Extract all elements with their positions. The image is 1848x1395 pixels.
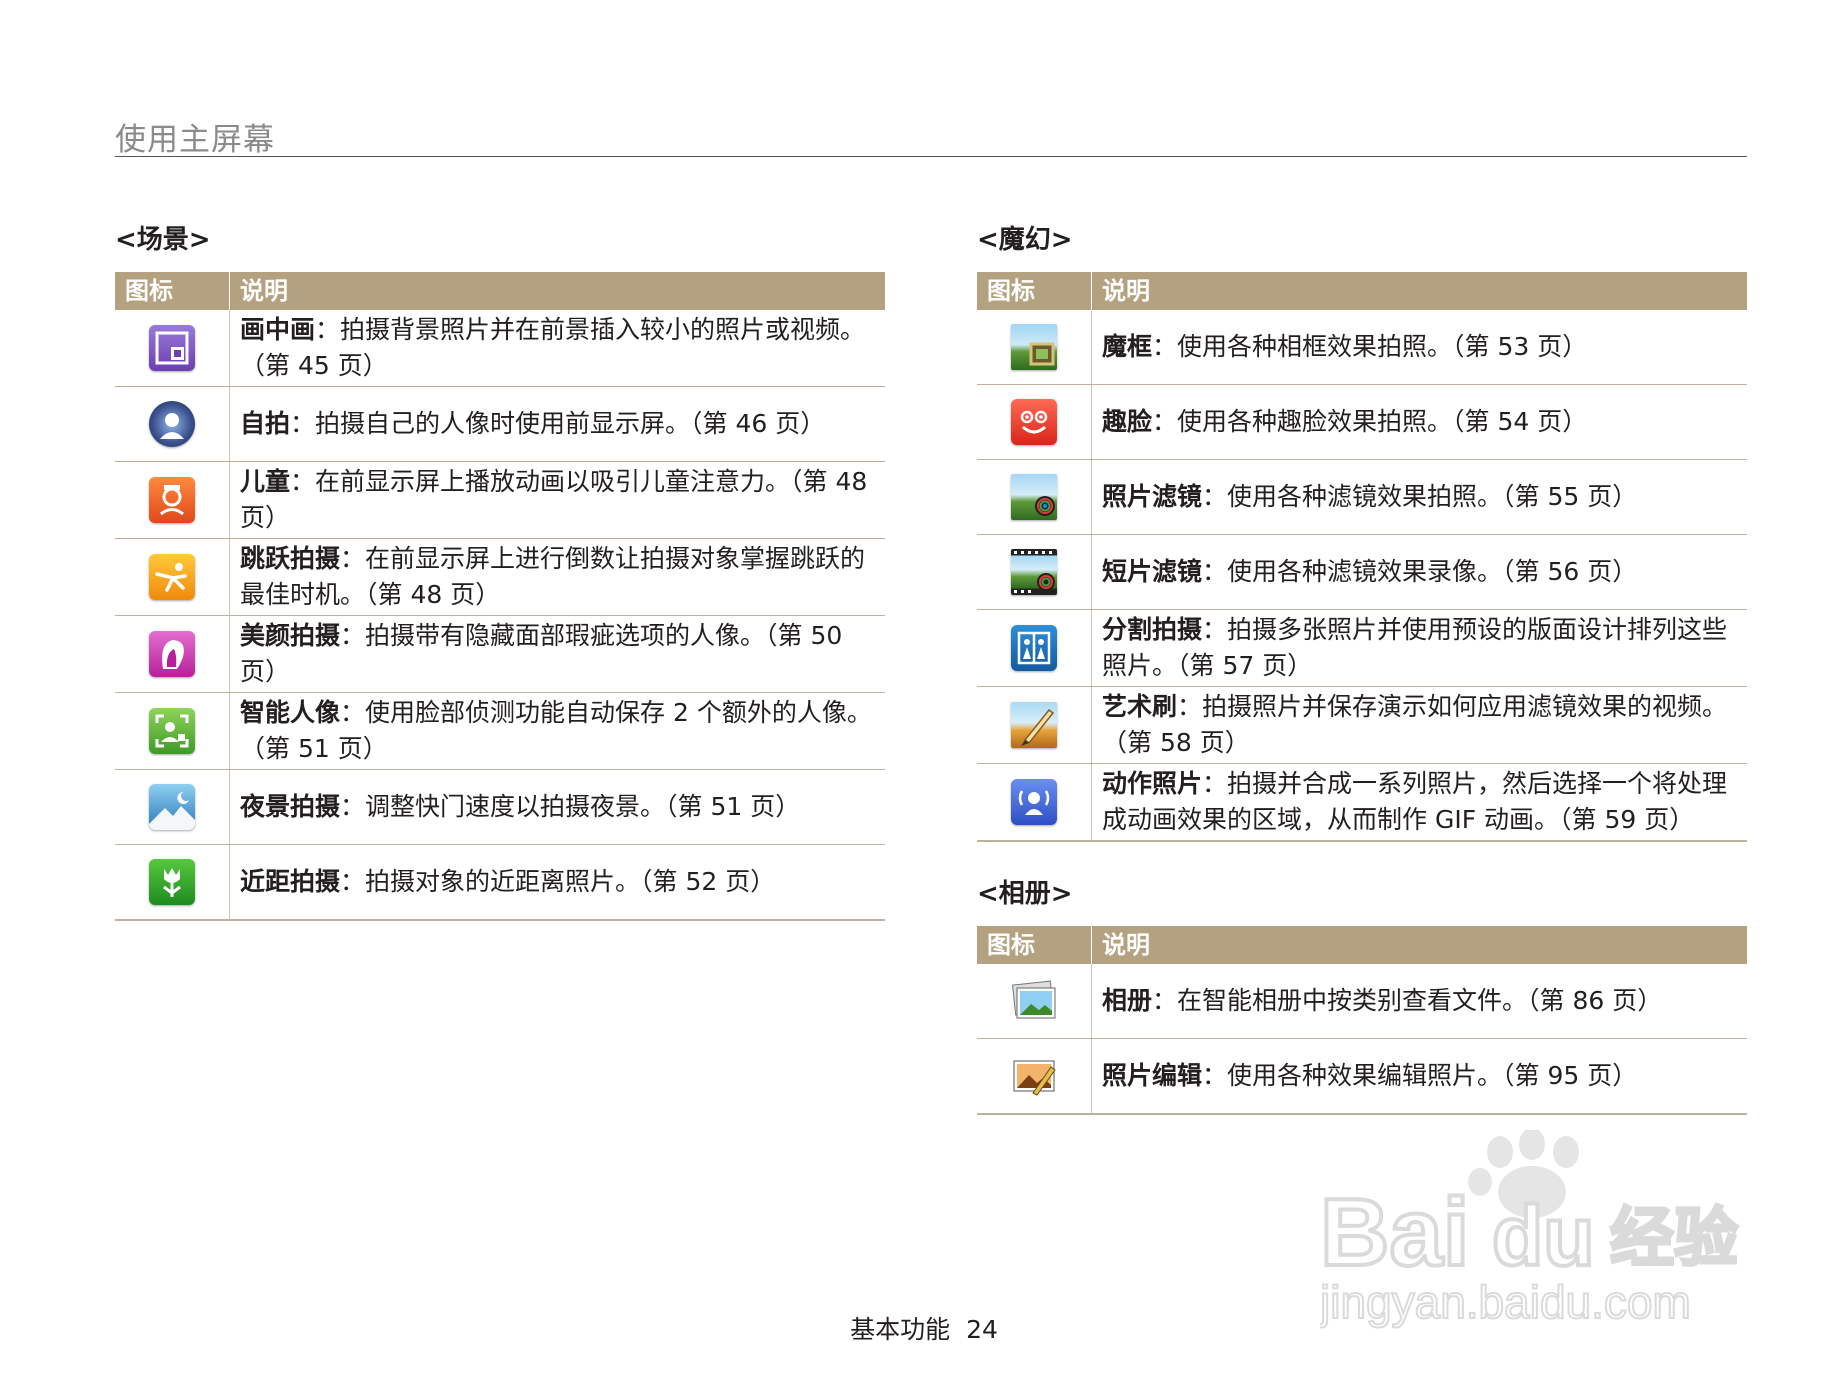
header-desc-col: 说明 [1091, 272, 1747, 310]
section-title-album: <相册> [977, 879, 1073, 909]
row-name: 近距拍摄 [240, 867, 341, 896]
row-name: 自拍 [240, 409, 291, 438]
table-row: 近距拍摄：拍摄对象的近距离照片。（第 52 页） [115, 844, 885, 921]
section-title-scene: <场景> [115, 225, 211, 255]
header-icon-col: 图标 [977, 272, 1092, 310]
row-name: 画中画 [240, 315, 316, 344]
row-name: 动作照片 [1102, 769, 1203, 798]
movie-filter-icon [1011, 549, 1057, 595]
row-desc: ：拍摄对象的近距离照片。（第 52 页） [340, 867, 776, 896]
row-name: 美颜拍摄 [240, 621, 341, 650]
magic-section: <魔幻> 图标 说明 魔框：使用各种相框效果拍照。（第 53 页） 趣脸：使用各… [977, 223, 1747, 842]
funny-face-icon [1011, 399, 1057, 445]
header-icon-col: 图标 [115, 272, 230, 310]
table-header-row: 图标 说明 [115, 272, 885, 310]
table-row: 跳跃拍摄：在前显示屏上进行倒数让拍摄对象掌握跳跃的最佳时机。（第 48 页） [115, 538, 885, 616]
row-name: 相册 [1102, 986, 1153, 1015]
night-shot-icon [149, 784, 195, 830]
table-row: 儿童：在前显示屏上播放动画以吸引儿童注意力。（第 48 页） [115, 461, 885, 539]
row-desc: ：使用各种趣脸效果拍照。（第 54 页） [1152, 407, 1588, 436]
jump-shot-icon [149, 554, 195, 600]
table-row: 照片滤镜：使用各种滤镜效果拍照。（第 55 页） [977, 459, 1747, 535]
table-row: 相册：在智能相册中按类别查看文件。（第 86 页） [977, 964, 1747, 1039]
header-desc-col: 说明 [1091, 926, 1747, 964]
row-desc: ：使用各种相框效果拍照。（第 53 页） [1152, 332, 1588, 361]
beauty-shot-icon [149, 631, 195, 677]
row-desc: ：使用各种滤镜效果拍照。（第 55 页） [1202, 482, 1638, 511]
row-desc: ：拍摄背景照片并在前景插入较小的照片或视频。（第 45 页） [240, 315, 866, 380]
scene-table: 图标 说明 画中画：拍摄背景照片并在前景插入较小的照片或视频。（第 45 页） … [115, 272, 885, 921]
row-name: 儿童 [240, 467, 291, 496]
row-desc: ：使用各种效果编辑照片。（第 95 页） [1202, 1061, 1638, 1090]
row-name: 照片滤镜 [1102, 482, 1203, 511]
page-number: 24 [966, 1315, 998, 1344]
table-header-row: 图标 说明 [977, 926, 1747, 964]
scene-section: <场景> 图标 说明 画中画：拍摄背景照片并在前景插入较小的照片或视频。（第 4… [115, 223, 885, 921]
header-desc-col: 说明 [229, 272, 885, 310]
row-name: 夜景拍摄 [240, 792, 341, 821]
page-footer: 基本功能 24 [0, 1310, 1848, 1346]
magic-table: 图标 说明 魔框：使用各种相框效果拍照。（第 53 页） 趣脸：使用各种趣脸效果… [977, 272, 1747, 842]
row-name: 趣脸 [1102, 407, 1153, 436]
watermark-brand: Bai [1320, 1179, 1469, 1286]
row-name: 艺术刷 [1102, 692, 1178, 721]
table-row: 照片编辑：使用各种效果编辑照片。（第 95 页） [977, 1038, 1747, 1115]
split-shot-icon [1011, 625, 1057, 671]
self-shot-icon [149, 401, 195, 447]
watermark-brand2: du [1492, 1189, 1595, 1283]
table-row: 分割拍摄：拍摄多张照片并使用预设的版面设计排列这些照片。（第 57 页） [977, 609, 1747, 687]
row-name: 魔框 [1102, 332, 1153, 361]
row-desc: ：使用各种滤镜效果录像。（第 56 页） [1202, 557, 1638, 586]
artistic-brush-icon [1011, 702, 1057, 748]
table-row: 画中画：拍摄背景照片并在前景插入较小的照片或视频。（第 45 页） [115, 310, 885, 387]
table-row: 短片滤镜：使用各种滤镜效果录像。（第 56 页） [977, 534, 1747, 610]
table-row: 艺术刷：拍摄照片并保存演示如何应用滤镜效果的视频。（第 58 页） [977, 686, 1747, 764]
footer-label: 基本功能 [850, 1315, 951, 1344]
title-divider [115, 156, 1747, 157]
row-desc: ：调整快门速度以拍摄夜景。（第 51 页） [340, 792, 801, 821]
album-table: 图标 说明 相册：在智能相册中按类别查看文件。（第 86 页） 照片编辑：使用各… [977, 926, 1747, 1115]
picture-in-picture-icon [149, 325, 195, 371]
baidu-watermark: Bai du 经验 jingyan.baidu.com [1317, 1128, 1760, 1330]
header-icon-col: 图标 [977, 926, 1092, 964]
close-up-icon [149, 859, 195, 905]
table-row: 魔框：使用各种相框效果拍照。（第 53 页） [977, 310, 1747, 385]
album-icon [1011, 978, 1057, 1024]
table-row: 自拍：拍摄自己的人像时使用前显示屏。（第 46 页） [115, 386, 885, 462]
watermark-cn: 经验 [1610, 1202, 1738, 1276]
row-name: 照片编辑 [1102, 1061, 1203, 1090]
smart-portrait-icon [149, 708, 195, 754]
table-header-row: 图标 说明 [977, 272, 1747, 310]
row-name: 分割拍摄 [1102, 615, 1203, 644]
table-row: 智能人像：使用脸部侦测功能自动保存 2 个额外的人像。（第 51 页） [115, 692, 885, 770]
row-name: 智能人像 [240, 698, 341, 727]
table-row: 美颜拍摄：拍摄带有隐藏面部瑕疵选项的人像。（第 50 页） [115, 615, 885, 693]
photo-editor-icon [1011, 1053, 1057, 1099]
album-section: <相册> 图标 说明 相册：在智能相册中按类别查看文件。（第 86 页） 照片编… [977, 877, 1747, 1115]
row-desc: ：在智能相册中按类别查看文件。（第 86 页） [1152, 986, 1663, 1015]
row-name: 短片滤镜 [1102, 557, 1203, 586]
section-title-magic: <魔幻> [977, 225, 1073, 255]
page-title: 使用主屏幕 [115, 122, 275, 158]
row-desc: ：拍摄照片并保存演示如何应用滤镜效果的视频。（第 58 页） [1102, 692, 1728, 757]
row-name: 跳跃拍摄 [240, 544, 341, 573]
magic-frame-icon [1011, 324, 1057, 370]
children-icon [149, 477, 195, 523]
row-desc: ：在前显示屏上播放动画以吸引儿童注意力。（第 48 页） [240, 467, 868, 532]
table-row: 趣脸：使用各种趣脸效果拍照。（第 54 页） [977, 384, 1747, 460]
table-row: 夜景拍摄：调整快门速度以拍摄夜景。（第 51 页） [115, 769, 885, 845]
row-desc: ：拍摄自己的人像时使用前显示屏。（第 46 页） [290, 409, 826, 438]
photo-filter-icon [1011, 474, 1057, 520]
table-row: 动作照片：拍摄并合成一系列照片，然后选择一个将处理成动画效果的区域，从而制作 G… [977, 763, 1747, 842]
motion-photo-icon [1011, 779, 1057, 825]
